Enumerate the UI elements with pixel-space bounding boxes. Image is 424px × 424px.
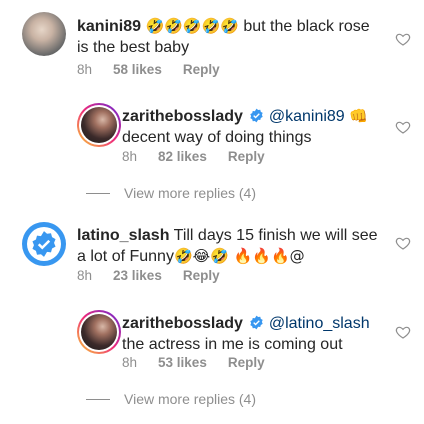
avatar[interactable] (77, 310, 121, 354)
likes-count[interactable]: 23 likes (113, 268, 162, 283)
comment-meta: 8h 58 likes Reply (77, 62, 241, 77)
likes-count[interactable]: 58 likes (113, 62, 162, 77)
user-photo (81, 314, 117, 350)
reply-button[interactable]: Reply (183, 268, 220, 283)
likes-count[interactable]: 82 likes (158, 149, 207, 164)
heart-icon[interactable] (395, 324, 411, 340)
reply-button[interactable]: Reply (183, 62, 220, 77)
username[interactable]: kanini89 (77, 18, 141, 35)
user-photo (22, 12, 66, 56)
avatar[interactable] (22, 222, 66, 266)
view-more-replies[interactable]: View more replies (4) (86, 391, 256, 407)
heart-icon[interactable] (395, 235, 411, 251)
verified-icon (32, 231, 56, 257)
likes-count[interactable]: 53 likes (158, 355, 207, 370)
emoji-text: 🤣😂🤣 🔥🔥🔥@ (173, 247, 305, 265)
comment-text: kanini89 🤣🤣🤣🤣🤣 but the black rose is the… (77, 16, 377, 58)
divider-line (86, 192, 110, 194)
avatar[interactable] (77, 103, 121, 147)
user-photo (81, 107, 117, 143)
timestamp: 8h (77, 268, 93, 283)
reply-button[interactable]: Reply (228, 355, 265, 370)
view-more-replies[interactable]: View more replies (4) (86, 185, 256, 201)
comment-text: zarithebosslady @kanini89 👊 decent way o… (122, 106, 392, 148)
verified-badge-icon (250, 315, 264, 330)
comment-text: latino_slash Till days 15 finish we will… (77, 225, 387, 267)
comment-body: decent way of doing things (122, 129, 312, 146)
username[interactable]: zarithebosslady (122, 315, 243, 332)
comment-body: the actress in me is coming out (122, 336, 343, 353)
divider-line (86, 398, 110, 400)
comment-text: zarithebosslady @latino_slash the actres… (122, 313, 392, 355)
verified-badge-icon (250, 108, 264, 123)
heart-icon[interactable] (395, 31, 411, 47)
timestamp: 8h (122, 149, 138, 164)
comment-meta: 8h 53 likes Reply (122, 355, 286, 370)
username[interactable]: latino_slash (77, 227, 169, 244)
fist-emoji: 👊 (349, 107, 368, 125)
emoji-text: 🤣🤣🤣🤣🤣 (145, 17, 239, 35)
avatar[interactable] (22, 12, 66, 56)
mention-link[interactable]: @kanini89 (269, 108, 345, 125)
heart-icon[interactable] (395, 119, 411, 135)
timestamp: 8h (77, 62, 93, 77)
reply-button[interactable]: Reply (228, 149, 265, 164)
view-more-label[interactable]: View more replies (4) (124, 391, 256, 407)
timestamp: 8h (122, 355, 138, 370)
comment-meta: 8h 82 likes Reply (122, 149, 286, 164)
mention-link[interactable]: @latino_slash (269, 315, 370, 332)
view-more-label[interactable]: View more replies (4) (124, 185, 256, 201)
username[interactable]: zarithebosslady (122, 108, 243, 125)
comment-meta: 8h 23 likes Reply (77, 268, 241, 283)
